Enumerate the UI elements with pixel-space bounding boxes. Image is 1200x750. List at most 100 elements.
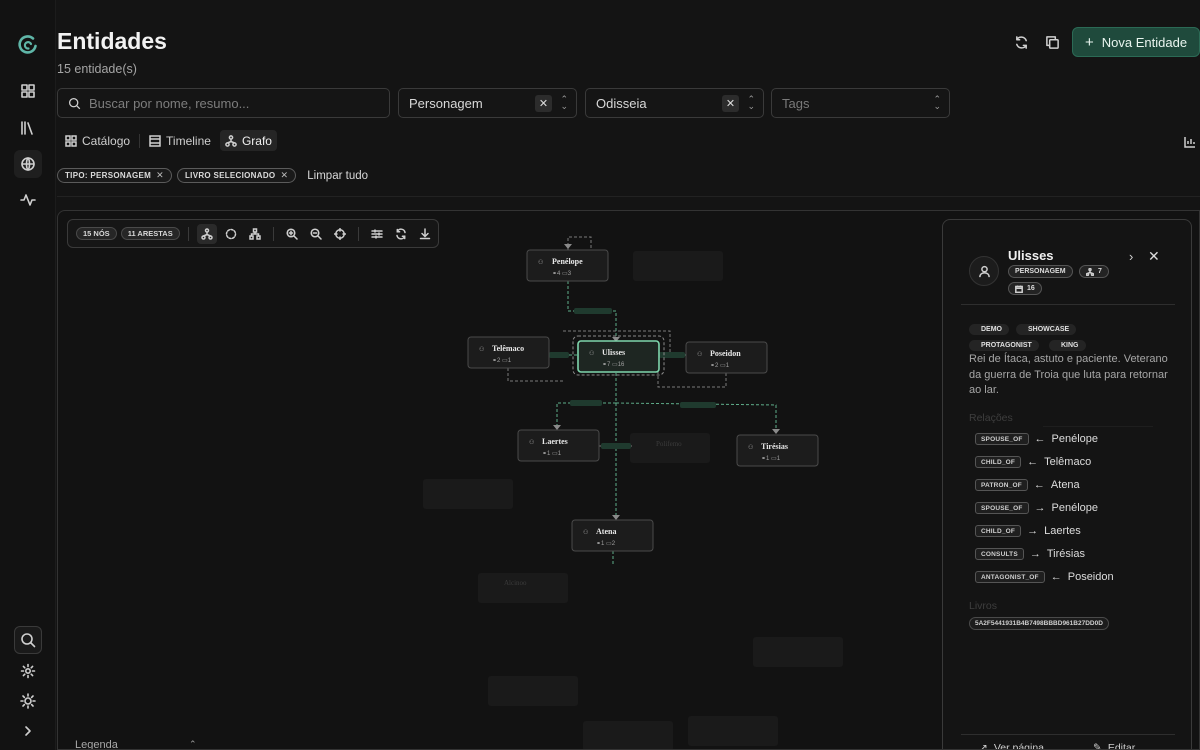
chevron-updown-icon: ⌃ ⌄ — [933, 94, 941, 111]
graph-download-button[interactable] — [415, 224, 435, 244]
edit-label: Editar — [1107, 742, 1136, 750]
relation-item[interactable]: ANTAGONIST_OF ← Poseidon — [975, 571, 1114, 583]
relation-item[interactable]: SPOUSE_OF ← Penélope — [975, 433, 1098, 445]
edge-label — [549, 352, 569, 358]
graph-node-atena[interactable]: ⚇ Atena ⚭1 ▭2 — [571, 519, 654, 552]
relation-target: Telêmaco — [1044, 456, 1092, 468]
center-button[interactable] — [330, 224, 350, 244]
books-count-badge: 16 — [1008, 282, 1042, 295]
relations-section-title: Relações — [969, 412, 1013, 424]
relation-item[interactable]: SPOUSE_OF → Penélope — [975, 502, 1098, 514]
toolbar-divider — [187, 226, 189, 241]
relation-type: SPOUSE_OF — [975, 433, 1029, 445]
person-icon: ⚇ — [583, 529, 588, 536]
type-clear-button[interactable]: ✕ — [535, 95, 552, 112]
relation-target: Atena — [1050, 479, 1080, 491]
layout-circle-button[interactable] — [221, 224, 241, 244]
close-icon[interactable]: ✕ — [280, 170, 288, 181]
search-field[interactable] — [57, 88, 390, 118]
sidebar-theme-button[interactable] — [14, 687, 42, 715]
sidebar-item-dashboard[interactable] — [14, 77, 42, 105]
relations-count: 7 — [1098, 268, 1102, 275]
edit-button[interactable]: ✎ Editar — [1093, 742, 1136, 750]
node-label: Laertes — [542, 437, 568, 446]
zoom-in-button[interactable] — [282, 224, 302, 244]
relation-item[interactable]: CHILD_OF → Laertes — [975, 525, 1081, 537]
search-icon — [21, 633, 36, 648]
relation-item[interactable]: CONSULTS → Tirésias — [975, 548, 1085, 560]
person-icon: ⚇ — [748, 444, 753, 451]
tag-showcase: SHOWCASE — [1016, 324, 1077, 335]
tab-graph[interactable]: Grafo — [219, 130, 277, 151]
hierarchy-icon — [200, 227, 213, 240]
relation-item[interactable]: PATRON_OF ← Atena — [975, 479, 1080, 491]
legend-toggle[interactable]: Legenda — [75, 739, 118, 749]
copy-button[interactable] — [1042, 32, 1062, 52]
zoom-out-button[interactable] — [306, 224, 326, 244]
graph-refresh-button[interactable] — [391, 224, 411, 244]
graph-node-penelope[interactable]: ⚇ Penélope ⚭4 ▭3 — [526, 249, 609, 282]
sidebar-item-activity[interactable] — [14, 186, 42, 214]
graph-settings-button[interactable] — [367, 224, 387, 244]
refresh-button[interactable] — [1011, 32, 1031, 52]
relation-item[interactable]: CHILD_OF ← Telêmaco — [975, 456, 1091, 468]
divider — [1043, 426, 1153, 427]
tags-select-placeholder: Tags — [782, 95, 810, 111]
search-input[interactable] — [89, 95, 379, 111]
clear-all-link[interactable]: Limpar tudo — [307, 170, 368, 182]
edge-label — [601, 443, 631, 449]
layout-tree-button[interactable] — [245, 224, 265, 244]
tab-catalog[interactable]: Catálogo — [60, 130, 135, 151]
books-section-title: Livros — [969, 600, 998, 612]
sliders-icon — [370, 228, 383, 239]
relation-arrow: ← — [1033, 479, 1045, 491]
sidebar-item-library[interactable] — [14, 114, 42, 142]
ghost-node — [753, 637, 843, 667]
book-select[interactable]: Odisseia ✕ ⌃ ⌄ — [585, 88, 764, 118]
graph-node-tiresias[interactable]: ⚇ Tirésias ⚭1 ▭1 — [736, 434, 819, 467]
sun-icon — [20, 693, 36, 709]
filter-chip-type[interactable]: TIPO: PERSONAGEM ✕ — [57, 168, 172, 183]
new-entity-button[interactable]: + Nova Entidade — [1072, 27, 1200, 57]
tags-select[interactable]: Tags ⌃ ⌄ — [771, 88, 950, 118]
view-page-button[interactable]: ↗ Ver página — [979, 742, 1044, 749]
refresh-icon — [1015, 35, 1027, 49]
sidebar-expand-button[interactable] — [14, 717, 42, 745]
arrow-head — [553, 425, 561, 430]
sidebar-item-entities[interactable] — [14, 150, 42, 178]
chevron-up-icon[interactable]: ⌃ — [189, 739, 197, 749]
arrow-head — [772, 429, 780, 434]
graph-node-poseidon[interactable]: ⚇ Poseidon ⚭2 ▭1 — [685, 341, 768, 374]
book-clear-button[interactable]: ✕ — [722, 95, 739, 112]
chart-toggle-button[interactable] — [1184, 135, 1196, 148]
filter-chip-book[interactable]: LIVRO SELECIONADO ✕ — [176, 168, 297, 183]
edge-label — [574, 308, 612, 314]
person-icon: ⚇ — [529, 439, 534, 446]
sidebar-settings-button[interactable] — [14, 657, 42, 685]
relation-type: ANTAGONIST_OF — [975, 571, 1045, 583]
type-badge-label: PERSONAGEM — [1015, 268, 1066, 275]
close-panel-button[interactable]: ✕ — [1148, 248, 1160, 265]
tab-timeline[interactable]: Timeline — [144, 130, 216, 151]
sidebar-search-button[interactable] — [14, 626, 42, 654]
chevron-right-icon[interactable]: › — [1129, 249, 1133, 264]
entity-description: Rei de Ítaca, astuto e paciente. Veteran… — [969, 353, 1168, 396]
graph-node-telemaco[interactable]: ⚇ Telêmaco ⚭2 ▭1 — [467, 336, 550, 369]
graph-node-laertes[interactable]: ⚇ Laertes ⚭1 ▭1 — [517, 429, 600, 462]
relation-target: Laertes — [1044, 525, 1081, 537]
plus-icon: + — [1085, 33, 1094, 51]
graph-toolbar: 15 NÓS 11 ARESTAS — [67, 219, 439, 248]
graph-node-ulisses[interactable]: ⚇ Ulisses ⚭7 ▭16 — [572, 335, 665, 376]
person-icon: ⚇ — [589, 350, 594, 357]
divider — [961, 304, 1175, 305]
zoom-out-icon — [310, 227, 322, 240]
avatar — [969, 256, 999, 286]
search-icon — [68, 97, 81, 109]
book-id-badge[interactable]: 5A2F5441931B4B7498BBBD961B27DD0D — [969, 617, 1109, 630]
list-icon — [149, 134, 161, 147]
layout-hierarchy-button[interactable] — [196, 223, 217, 244]
ghost-node — [478, 573, 568, 603]
close-icon[interactable]: ✕ — [156, 170, 164, 181]
type-select[interactable]: Personagem ✕ ⌃ ⌄ — [398, 88, 577, 118]
logo-icon — [18, 35, 37, 54]
